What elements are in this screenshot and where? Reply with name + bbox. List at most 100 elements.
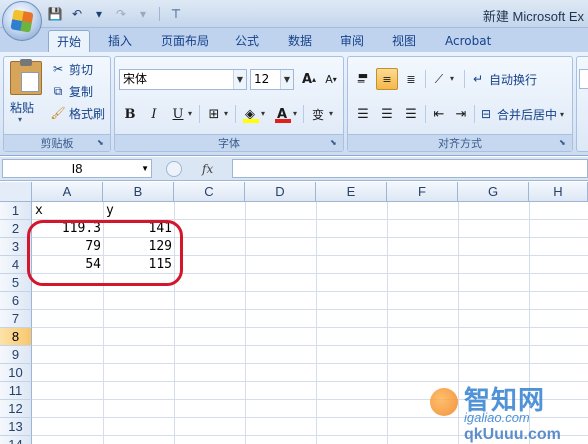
column-header-e[interactable]: E: [316, 182, 387, 202]
tab-insert[interactable]: 插入: [100, 30, 140, 52]
paste-dropdown-icon[interactable]: ▾: [18, 115, 22, 124]
row-header-6[interactable]: 6: [0, 292, 32, 310]
cell-b1[interactable]: y: [106, 202, 172, 220]
formula-input[interactable]: [232, 159, 588, 178]
font-name-select[interactable]: 宋体 ▼: [119, 69, 247, 90]
font-color-dropdown-icon[interactable]: ▾: [293, 109, 297, 118]
select-all-corner[interactable]: [0, 182, 32, 202]
redo-icon[interactable]: ↷: [112, 5, 130, 23]
row-header-14[interactable]: 14: [0, 436, 32, 444]
ribbon-tabs: 开始 插入 页面布局 公式 数据 审阅 视图 Acrobat: [0, 28, 588, 52]
divider: [474, 105, 475, 123]
row-header-7[interactable]: 7: [0, 310, 32, 328]
column-header-g[interactable]: G: [458, 182, 529, 202]
font-launcher-icon[interactable]: ⬊: [330, 138, 340, 148]
tab-home[interactable]: 开始: [48, 30, 91, 52]
font-size-select[interactable]: 12 ▼: [250, 69, 294, 90]
font-color-button[interactable]: A: [271, 103, 293, 125]
watermark-url: igaliao.com: [464, 410, 530, 425]
tab-data[interactable]: 数据: [280, 30, 320, 52]
phonetic-dropdown-icon[interactable]: ▾: [329, 109, 333, 118]
row-header-12[interactable]: 12: [0, 400, 32, 418]
clipboard-launcher-icon[interactable]: ⬊: [97, 138, 107, 148]
borders-button[interactable]: ⊞: [203, 103, 225, 125]
watermark-logo-icon: [430, 388, 458, 416]
alignment-group-label: 对齐方式: [348, 134, 572, 151]
borders-dropdown-icon[interactable]: ▾: [224, 109, 228, 118]
grow-font-label: A: [301, 71, 313, 87]
format-painter-button[interactable]: 🖌 格式刷: [50, 103, 105, 123]
dropdown-icon[interactable]: ▾: [134, 5, 152, 23]
fill-color-button[interactable]: ◈: [239, 103, 261, 125]
row-header-8[interactable]: 8: [0, 328, 32, 346]
copy-button[interactable]: ⧉ 复制: [50, 81, 93, 101]
chevron-down-icon: ▼: [141, 164, 149, 173]
cell-a1[interactable]: x: [35, 202, 101, 220]
save-icon[interactable]: 💾: [46, 5, 64, 23]
underline-dropdown-icon[interactable]: ▾: [188, 109, 192, 118]
office-button[interactable]: [2, 1, 42, 41]
increase-indent-button[interactable]: ⇥: [450, 103, 472, 125]
align-bottom-button[interactable]: ≣: [400, 68, 422, 90]
undo-icon[interactable]: ↶: [68, 5, 86, 23]
merge-dropdown-icon[interactable]: ▾: [560, 110, 564, 119]
column-header-f[interactable]: F: [387, 182, 458, 202]
align-top-button[interactable]: ▬ ═: [352, 68, 374, 90]
italic-button[interactable]: I: [143, 103, 165, 125]
paste-icon[interactable]: [10, 59, 42, 95]
wrap-text-button[interactable]: ↵ 自动换行: [470, 69, 537, 89]
format-painter-label: 格式刷: [69, 106, 106, 121]
row-header-1[interactable]: 1: [0, 202, 32, 220]
column-header-c[interactable]: C: [174, 182, 245, 202]
tab-page-layout[interactable]: 页面布局: [153, 30, 217, 52]
column-header-d[interactable]: D: [245, 182, 316, 202]
decrease-indent-button[interactable]: ⇤: [428, 103, 450, 125]
divider: [303, 105, 304, 123]
alignment-launcher-icon[interactable]: ⬊: [559, 138, 569, 148]
align-center-button[interactable]: ☰: [376, 103, 398, 125]
insert-function-button[interactable]: fx: [202, 162, 213, 176]
shrink-font-label: A: [325, 72, 333, 86]
number-format-select[interactable]: [579, 69, 588, 89]
clipboard-group: 粘贴 ▾ ✂ 剪切 ⧉ 复制 🖌 格式刷 剪贴板 ⬊: [3, 56, 111, 152]
bold-button[interactable]: B: [119, 103, 141, 125]
arrow-down-icon: ▾: [332, 74, 337, 84]
cut-button[interactable]: ✂ 剪切: [50, 59, 93, 79]
customize-qat-icon[interactable]: ⊤: [167, 5, 185, 23]
worksheet-grid[interactable]: A B C D E F G H 1 2 3 4 5 6 7 8 9 10 11 …: [0, 182, 588, 444]
red-highlight-annotation: [27, 220, 183, 286]
merge-center-button[interactable]: ⊟ 合并后居中 ▾: [478, 104, 564, 124]
gridline: [316, 202, 317, 444]
column-header-b[interactable]: B: [103, 182, 174, 202]
paste-button[interactable]: 粘贴: [10, 99, 34, 116]
chevron-down-icon: ▼: [233, 70, 246, 89]
phonetic-button[interactable]: 变: [307, 103, 329, 125]
column-header-h[interactable]: H: [529, 182, 588, 202]
orientation-button[interactable]: ⟋: [428, 68, 450, 90]
fill-dropdown-icon[interactable]: ▾: [261, 109, 265, 118]
row-header-5[interactable]: 5: [0, 274, 32, 292]
tab-review[interactable]: 审阅: [332, 30, 372, 52]
row-header-11[interactable]: 11: [0, 382, 32, 400]
expand-formula-icon[interactable]: [166, 160, 182, 177]
column-header-a[interactable]: A: [32, 182, 103, 202]
merge-center-label: 合并后居中: [497, 107, 558, 122]
orientation-dropdown-icon[interactable]: ▾: [450, 74, 454, 83]
tab-formulas[interactable]: 公式: [227, 30, 267, 52]
name-box[interactable]: I8 ▼: [2, 159, 152, 178]
row-header-13[interactable]: 13: [0, 418, 32, 436]
align-middle-button[interactable]: ≡: [376, 68, 398, 90]
align-right-button[interactable]: ☰: [400, 103, 422, 125]
align-left-button[interactable]: ☰: [352, 103, 374, 125]
tab-acrobat[interactable]: Acrobat: [437, 30, 499, 52]
shrink-font-button[interactable]: A ▾: [320, 68, 342, 90]
underline-button[interactable]: U: [167, 103, 189, 125]
row-header-10[interactable]: 10: [0, 364, 32, 382]
tab-view[interactable]: 视图: [384, 30, 424, 52]
row-header-9[interactable]: 9: [0, 346, 32, 364]
grow-font-button[interactable]: A ▴: [298, 68, 320, 90]
dropdown-icon[interactable]: ▾: [90, 5, 108, 23]
chevron-down-icon: ▼: [280, 70, 293, 89]
scissors-icon: ✂: [52, 62, 64, 76]
merge-cells-icon: ⊟: [480, 107, 492, 121]
